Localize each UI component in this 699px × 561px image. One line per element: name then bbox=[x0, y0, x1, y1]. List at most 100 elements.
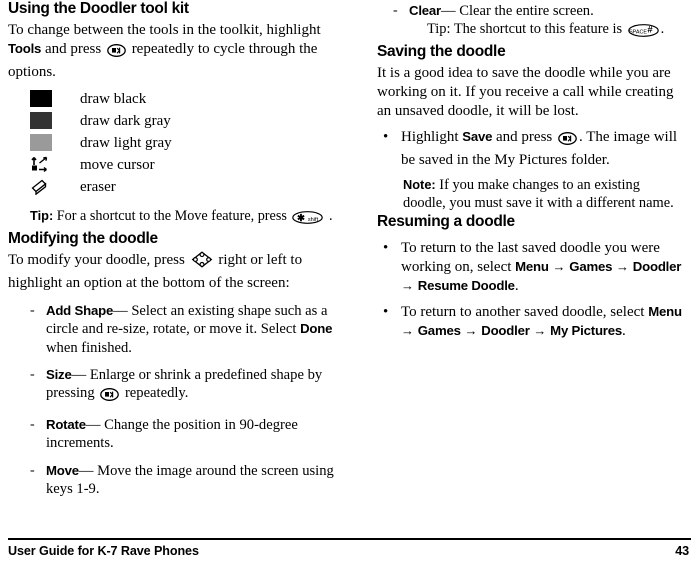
menu-path-doodler: Doodler bbox=[481, 323, 530, 339]
list-item-clear: - Clear— Clear the entire screen. bbox=[377, 2, 686, 20]
tool-row-eraser: eraser bbox=[8, 176, 337, 198]
tool-label: draw dark gray bbox=[80, 112, 171, 129]
dash-item-body: Clear— Clear the entire screen. bbox=[409, 2, 686, 20]
em-dash: — bbox=[78, 462, 94, 479]
bullet-marker: • bbox=[383, 129, 389, 146]
term-move: Move bbox=[46, 462, 79, 478]
menu-path-doodler: Doodler bbox=[632, 258, 682, 274]
menu-path-menu: Menu bbox=[515, 258, 549, 274]
path-arrow-icon: → bbox=[533, 323, 547, 339]
tool-label: move cursor bbox=[80, 156, 155, 173]
add-shape-text-2: when finished. bbox=[46, 339, 132, 356]
tip-text-2: . bbox=[325, 207, 333, 224]
em-dash: — bbox=[85, 416, 101, 433]
menu-path-games: Games bbox=[417, 323, 461, 339]
tool-label: draw light gray bbox=[80, 134, 172, 151]
clear-text: Clear the entire screen. bbox=[455, 3, 594, 19]
ok-key-icon bbox=[558, 132, 577, 151]
tool-swatch-list: draw black draw dark gray draw light gra… bbox=[8, 88, 337, 198]
bullet-marker: • bbox=[383, 304, 389, 321]
em-dash: — bbox=[71, 367, 87, 384]
toolkit-intro-paragraph: To change between the tools in the toolk… bbox=[8, 21, 337, 82]
intro-text-2: and press bbox=[41, 41, 105, 58]
save-text-2: and press bbox=[492, 129, 557, 146]
path-arrow-icon: → bbox=[552, 258, 566, 274]
clear-shortcut-tip: Tip: The shortcut to this feature is SPA… bbox=[377, 20, 686, 42]
tool-row-draw-black: draw black bbox=[8, 88, 337, 110]
bullet-body: Highlight Save and press . The image wil… bbox=[401, 128, 686, 170]
svg-text:shift: shift bbox=[308, 217, 319, 223]
dash-bullet-marker: - bbox=[30, 462, 35, 478]
svg-text:✱: ✱ bbox=[297, 213, 306, 224]
list-item-size: - Size— Enlarge or shrink a predefined s… bbox=[8, 366, 337, 407]
term-clear: Clear bbox=[409, 3, 441, 18]
path-arrow-icon: → bbox=[401, 277, 414, 293]
black-swatch-icon bbox=[8, 90, 52, 108]
path-arrow-icon: → bbox=[464, 323, 478, 339]
footer-title: User Guide for K-7 Rave Phones bbox=[8, 544, 199, 558]
list-item-add-shape: - Add Shape— Select an existing shape su… bbox=[8, 302, 337, 357]
path-arrow-icon: → bbox=[401, 323, 414, 339]
user-guide-page: Using the Doodler tool kit To change bet… bbox=[0, 0, 699, 561]
note-text: If you make changes to an existing doodl… bbox=[403, 177, 674, 212]
star-shift-key-icon: ✱ shift bbox=[292, 211, 324, 230]
section-heading-modifying-doodle: Modifying the doodle bbox=[8, 229, 158, 247]
footer-divider bbox=[8, 538, 691, 540]
dash-bullet-marker: - bbox=[30, 302, 35, 318]
dark-gray-swatch-icon bbox=[8, 112, 52, 130]
tools-bold-term: Tools bbox=[8, 41, 42, 57]
tool-label: draw black bbox=[80, 90, 147, 107]
list-item-rotate: - Rotate— Change the position in 90-degr… bbox=[8, 416, 337, 453]
bullet-resume-another-doodle: • To return to another saved doodle, sel… bbox=[377, 303, 686, 341]
page-footer: User Guide for K-7 Rave Phones 43 bbox=[8, 544, 689, 558]
tool-row-move-cursor: move cursor bbox=[8, 154, 337, 176]
section-heading-saving-doodle: Saving the doodle bbox=[377, 42, 506, 60]
saving-note: Note: If you make changes to an existing… bbox=[377, 176, 686, 212]
bullet-marker: • bbox=[383, 239, 389, 256]
save-text-1: Highlight bbox=[401, 129, 463, 146]
tip-label: Tip: bbox=[30, 207, 54, 223]
dash-bullet-marker: - bbox=[30, 367, 35, 383]
another-text-1: To return to another saved doodle, selec… bbox=[401, 304, 649, 321]
menu-path-games: Games bbox=[569, 258, 613, 274]
dash-bullet-marker: - bbox=[393, 3, 398, 18]
move-cursor-icon bbox=[8, 156, 52, 174]
em-dash: — bbox=[113, 302, 128, 319]
tool-label: eraser bbox=[80, 178, 116, 195]
modify-text-1: To modify your doodle, press bbox=[8, 252, 189, 269]
menu-path-menu: Menu bbox=[648, 304, 682, 320]
dash-item-body: Rotate— Change the position in 90-degree… bbox=[46, 416, 337, 453]
resume-text-end: . bbox=[514, 277, 519, 294]
eraser-icon bbox=[8, 178, 52, 196]
term-rotate: Rotate bbox=[46, 416, 86, 432]
move-shortcut-tip: Tip: For a shortcut to the Move feature,… bbox=[8, 208, 337, 230]
list-item-move: - Move— Move the image around the screen… bbox=[8, 462, 337, 499]
term-done: Done bbox=[300, 321, 333, 337]
menu-path-resume-doodle: Resume Doodle bbox=[417, 277, 515, 293]
another-text-end: . bbox=[622, 323, 626, 340]
left-column: Using the Doodler tool kit To change bet… bbox=[0, 0, 349, 530]
dash-item-body: Move— Move the image around the screen u… bbox=[46, 462, 337, 499]
svg-text:SPACE: SPACE bbox=[629, 30, 647, 36]
bullet-body: To return to the last saved doodle you w… bbox=[401, 239, 686, 296]
bullet-body: To return to another saved doodle, selec… bbox=[401, 303, 686, 341]
page-number: 43 bbox=[675, 544, 689, 558]
tip-label: Tip: bbox=[427, 21, 451, 38]
em-dash: — bbox=[441, 3, 456, 19]
tip-text-1: For a shortcut to the Move feature, pres… bbox=[53, 207, 291, 224]
section-heading-resuming-doodle: Resuming a doodle bbox=[377, 212, 515, 230]
note-label: Note: bbox=[403, 177, 436, 193]
path-arrow-icon: → bbox=[616, 258, 630, 274]
size-text-2: repeatedly. bbox=[121, 385, 189, 402]
saving-intro-paragraph: It is a good idea to save the doodle whi… bbox=[377, 64, 674, 119]
navigation-pad-icon bbox=[191, 251, 213, 274]
tool-row-draw-light-gray: draw light gray bbox=[8, 132, 337, 154]
dash-bullet-marker: - bbox=[30, 416, 35, 432]
term-save: Save bbox=[462, 129, 493, 145]
ok-key-icon bbox=[107, 44, 126, 63]
term-add-shape: Add Shape bbox=[46, 302, 114, 318]
svg-text:#: # bbox=[647, 25, 653, 36]
two-column-layout: Using the Doodler tool kit To change bet… bbox=[0, 0, 699, 530]
modifying-intro-paragraph: To modify your doodle, press right or le… bbox=[8, 251, 337, 293]
section-heading-doodler-toolkit: Using the Doodler tool kit bbox=[8, 0, 189, 17]
